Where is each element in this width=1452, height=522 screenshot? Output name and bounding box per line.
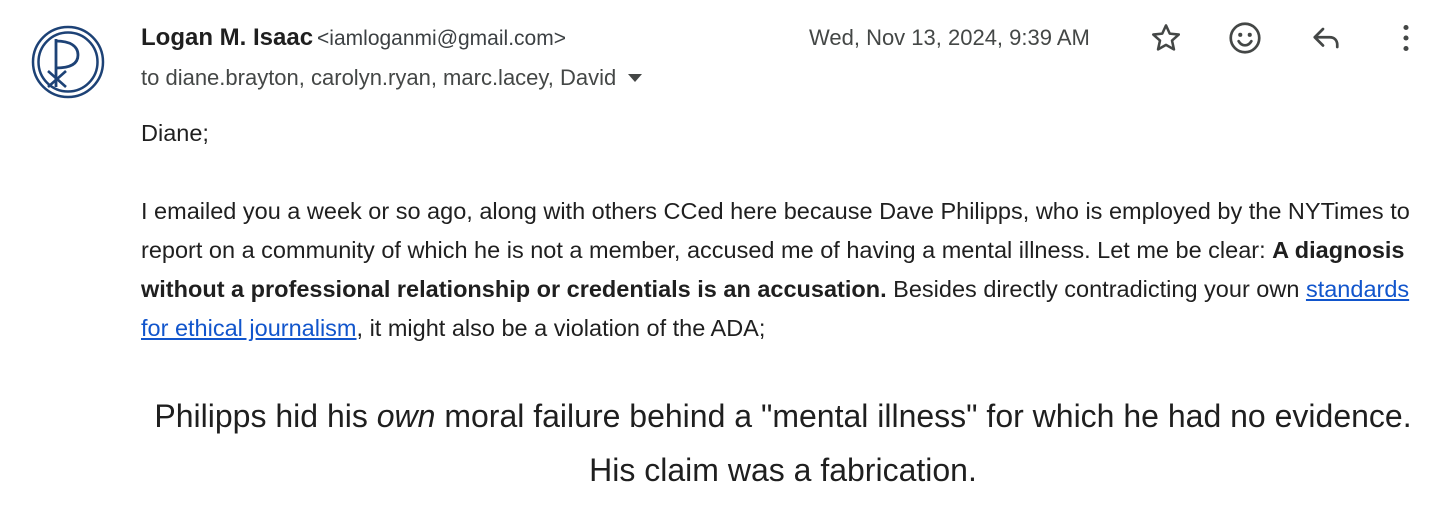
paragraph-1: I emailed you a week or so ago, along wi… xyxy=(141,192,1431,348)
message-date: Wed, Nov 13, 2024, 9:39 AM xyxy=(809,25,1090,50)
message-header: Logan M. Isaac <iamloganmi@gmail.com> to … xyxy=(141,22,1452,102)
quote-emphasis: own xyxy=(376,398,436,434)
p1-text-2: Besides directly contradicting your own xyxy=(886,276,1306,302)
add-reaction-button[interactable] xyxy=(1223,16,1267,60)
greeting: Diane; xyxy=(141,120,209,146)
p1-text-3: , it might also be a violation of the AD… xyxy=(356,315,766,341)
chi-rho-logo-icon xyxy=(31,25,105,99)
chevron-down-icon xyxy=(628,74,643,82)
quote-text-1: Philipps hid his xyxy=(154,398,377,434)
star-button[interactable] xyxy=(1144,16,1188,60)
star-icon xyxy=(1151,24,1181,51)
sender-line: Logan M. Isaac <iamloganmi@gmail.com> xyxy=(141,22,566,55)
reply-icon xyxy=(1313,27,1339,49)
sender-name[interactable]: Logan M. Isaac xyxy=(141,24,313,51)
recipients-toggle[interactable]: to diane.brayton, carolyn.ryan, marc.lac… xyxy=(141,62,643,94)
message-body: Diane; I emailed you a week or so ago, a… xyxy=(141,114,1431,348)
reply-button[interactable] xyxy=(1304,16,1348,60)
quote-text-2: moral failure behind a "mental illness" … xyxy=(435,398,1412,488)
pull-quote: Philipps hid his own moral failure behin… xyxy=(145,389,1421,497)
recipients-line: to diane.brayton, carolyn.ryan, marc.lac… xyxy=(141,65,617,90)
more-vert-icon xyxy=(1403,24,1409,52)
sender-avatar[interactable] xyxy=(30,24,106,100)
sender-email[interactable]: <iamloganmi@gmail.com> xyxy=(317,27,566,50)
p1-text-1: I emailed you a week or so ago, along wi… xyxy=(141,198,1410,263)
more-options-button[interactable] xyxy=(1384,16,1428,60)
emoji-icon xyxy=(1229,22,1261,54)
